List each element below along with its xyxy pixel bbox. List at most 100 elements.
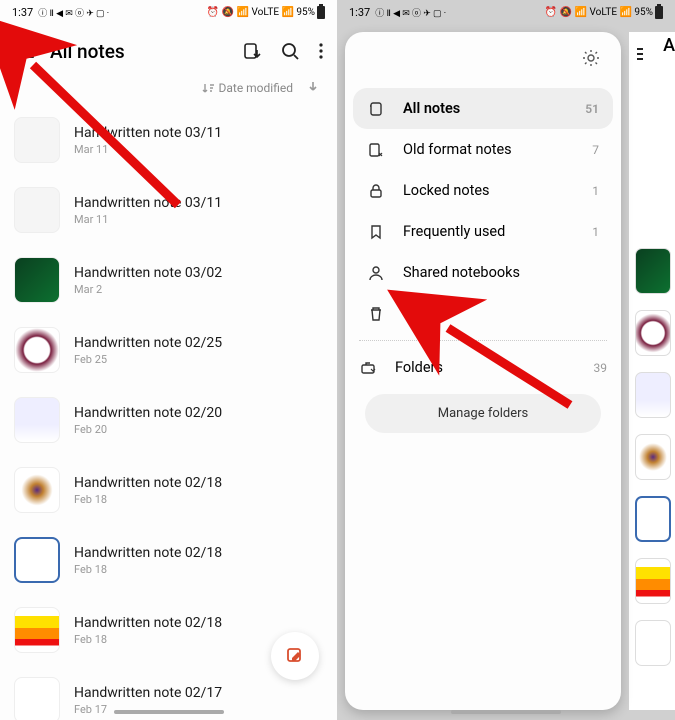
bookmark-icon <box>367 224 385 240</box>
old-icon <box>367 142 385 158</box>
note-title: Handwritten note 02/18 <box>74 615 222 631</box>
note-title: Handwritten note 03/02 <box>74 265 222 281</box>
note-info: Handwritten note 03/11 Mar 11 <box>74 195 222 226</box>
note-date: Feb 18 <box>74 563 222 576</box>
behind-note-thumbnail <box>635 248 671 294</box>
search-icon[interactable] <box>281 42 299 60</box>
app-actions <box>243 42 323 60</box>
drawer-item-label: Trash <box>403 305 581 322</box>
folders-label: Folders <box>395 359 576 376</box>
manage-folders-label: Manage folders <box>438 406 529 421</box>
note-item[interactable]: Handwritten note 03/11 Mar 11 <box>14 175 323 245</box>
hamburger-menu-button[interactable] <box>14 44 34 58</box>
drawer-item-locked-notes[interactable]: Locked notes 1 <box>353 170 613 211</box>
behind-note-thumbnail <box>635 620 671 666</box>
status-bar-right: 1:37 ⓘ Ⅱ ◀ ✉ ⓞ ✈ ▢ · ⏰ 🔕 📶 VoLTE 📶 95% <box>337 0 675 24</box>
folders-count: 39 <box>594 361 608 375</box>
note-thumbnail <box>14 327 60 373</box>
note-title: Handwritten note 03/11 <box>74 195 222 211</box>
behind-note-thumbnail <box>635 372 671 418</box>
status-notif-icons-r: ⓘ Ⅱ ◀ ✉ ⓞ ✈ ▢ · <box>375 6 446 19</box>
note-date: Feb 18 <box>74 493 222 506</box>
pdf-import-icon[interactable] <box>243 42 261 60</box>
status-system-icons-r: ⏰ 🔕 📶 VoLTE 📶 95% <box>545 7 653 18</box>
note-info: Handwritten note 03/11 Mar 11 <box>74 125 222 156</box>
drawer-item-frequently-used[interactable]: Frequently used 1 <box>353 211 613 252</box>
behind-thumbs <box>635 248 671 666</box>
page-title: All notes <box>50 40 227 63</box>
drawer-item-trash[interactable]: Trash <box>353 293 613 334</box>
note-info: Handwritten note 02/18 Feb 18 <box>74 615 222 646</box>
note-title: Handwritten note 02/25 <box>74 335 222 351</box>
status-bar: 1:37 ⓘ Ⅱ ◀ ✉ ⓞ ✈ ▢ · ⏰ 🔕 📶 VoLTE 📶 95% <box>0 0 337 24</box>
nav-handle-r[interactable] <box>451 710 561 714</box>
phone-right: 1:37ⓘ Ⅱ ◀ ✉ ⓞ ✈ ▢ · ⏰ 🔕 📶 VoLTE 📶 95% A … <box>337 0 675 720</box>
drawer-folders-item[interactable]: Folders 39 <box>345 347 621 388</box>
note-item[interactable]: Handwritten note 02/25 Feb 25 <box>14 315 323 385</box>
drawer-item-label: Locked notes <box>403 182 574 199</box>
drawer-divider <box>359 340 607 341</box>
drawer-item-old-format-notes[interactable]: Old format notes 7 <box>353 129 613 170</box>
nav-handle[interactable] <box>114 710 224 714</box>
behind-note-thumbnail <box>635 558 671 604</box>
note-info: Handwritten note 03/02 Mar 2 <box>74 265 222 296</box>
drawer-item-count: 51 <box>585 102 599 116</box>
note-item[interactable]: Handwritten note 02/20 Feb 20 <box>14 385 323 455</box>
note-item[interactable]: Handwritten note 03/02 Mar 2 <box>14 245 323 315</box>
note-date: Mar 11 <box>74 143 222 156</box>
battery-icon <box>317 6 325 19</box>
note-thumbnail <box>14 397 60 443</box>
behind-note-thumbnail <box>635 310 671 356</box>
note-thumbnail <box>14 607 60 653</box>
folder-tree-icon <box>359 360 377 376</box>
lock-icon <box>367 183 385 199</box>
settings-icon[interactable] <box>581 48 601 72</box>
more-icon[interactable] <box>319 42 323 60</box>
note-date: Feb 20 <box>74 423 222 436</box>
note-thumbnail <box>14 187 60 233</box>
drawer-list: All notes 51 Old format notes 7 Locked n… <box>345 88 621 334</box>
app-bar: All notes <box>0 24 337 78</box>
note-date: Mar 11 <box>74 213 222 226</box>
note-thumbnail <box>14 467 60 513</box>
behind-note-thumbnail <box>635 434 671 480</box>
drawer-item-label: Frequently used <box>403 223 574 240</box>
sort-button[interactable]: Date modified <box>202 81 293 95</box>
note-title: Handwritten note 02/18 <box>74 545 222 561</box>
status-notif-icons: ⓘ Ⅱ ◀ ✉ ⓞ ✈ ▢ · <box>38 6 109 19</box>
status-time: 1:37 <box>12 6 33 19</box>
note-date: Feb 25 <box>74 353 222 366</box>
new-note-fab[interactable] <box>271 632 319 680</box>
status-time-r: 1:37 <box>349 6 370 19</box>
behind-title-letter: A <box>663 35 675 56</box>
note-title: Handwritten note 02/17 <box>74 685 222 701</box>
note-info: Handwritten note 02/25 Feb 25 <box>74 335 222 366</box>
sort-label: Date modified <box>218 81 293 95</box>
note-item[interactable]: Handwritten note 03/11 Mar 11 <box>14 105 323 175</box>
note-item[interactable]: Handwritten note 02/18 Feb 18 <box>14 525 323 595</box>
manage-folders-button[interactable]: Manage folders <box>365 394 601 433</box>
note-date: Feb 18 <box>74 633 222 646</box>
person-icon <box>367 265 385 281</box>
sort-row: Date modified <box>0 78 337 105</box>
battery-icon-r <box>655 6 663 19</box>
note-title: Handwritten note 02/18 <box>74 475 222 491</box>
behind-note-thumbnail <box>635 496 671 542</box>
note-date: Mar 2 <box>74 283 222 296</box>
navigation-drawer: All notes 51 Old format notes 7 Locked n… <box>345 32 621 710</box>
note-icon <box>367 101 385 117</box>
drawer-item-label: Old format notes <box>403 141 574 158</box>
sort-direction-icon[interactable] <box>307 80 319 95</box>
drawer-item-count: 7 <box>592 143 599 157</box>
phone-left: 1:37 ⓘ Ⅱ ◀ ✉ ⓞ ✈ ▢ · ⏰ 🔕 📶 VoLTE 📶 95% A… <box>0 0 337 720</box>
note-title: Handwritten note 03/11 <box>74 125 222 141</box>
status-right: ⏰ 🔕 📶 VoLTE 📶 95% <box>207 6 325 19</box>
hamburger-icon[interactable] <box>637 48 643 60</box>
note-item[interactable]: Handwritten note 02/18 Feb 18 <box>14 455 323 525</box>
drawer-item-all-notes[interactable]: All notes 51 <box>353 88 613 129</box>
drawer-item-label: Shared notebooks <box>403 264 581 281</box>
status-system-icons: ⏰ 🔕 📶 VoLTE 📶 95% <box>207 7 315 18</box>
note-thumbnail <box>14 677 60 720</box>
drawer-item-shared-notebooks[interactable]: Shared notebooks <box>353 252 613 293</box>
note-title: Handwritten note 02/20 <box>74 405 222 421</box>
